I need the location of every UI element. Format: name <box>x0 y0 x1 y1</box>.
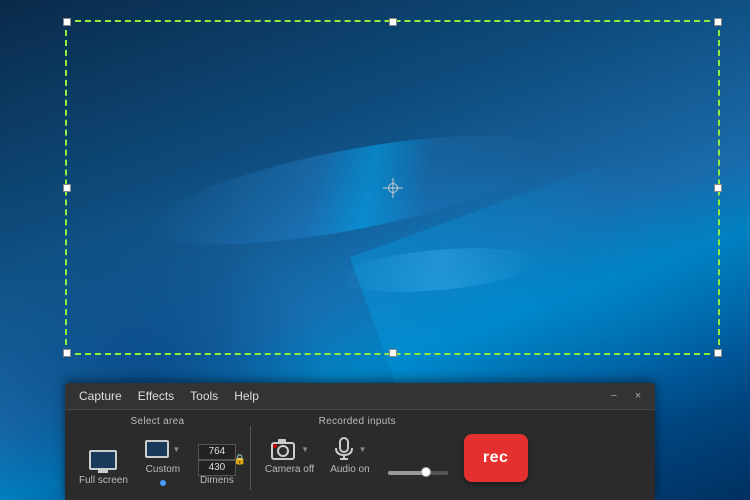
menu-help[interactable]: Help <box>228 387 265 405</box>
audio-icon-wrap: ▼ <box>334 437 366 461</box>
select-area-label: Select area <box>131 416 185 427</box>
camera-button[interactable]: ▼ Camera off <box>259 433 320 479</box>
menu-bar: Capture Effects Tools Help − × <box>65 383 655 410</box>
audio-button[interactable]: ▼ Audio on <box>324 433 375 479</box>
handle-middle-left[interactable] <box>63 184 71 192</box>
camera-icon-row: ▼ <box>270 438 309 460</box>
menu-tools[interactable]: Tools <box>184 387 224 405</box>
handle-top-center[interactable] <box>389 18 397 26</box>
camera-svg-icon <box>270 438 298 460</box>
custom-dropdown-arrow: ▼ <box>172 445 180 454</box>
menu-items: Capture Effects Tools Help <box>73 387 605 405</box>
dimensions-icon-wrap: 764 430 🔒 <box>201 448 233 472</box>
volume-slider-wrap <box>380 449 456 479</box>
mic-svg-icon <box>333 437 355 461</box>
full-screen-icon-wrap <box>87 448 119 472</box>
custom-label: Custom <box>146 464 180 475</box>
menu-controls: − × <box>605 387 647 405</box>
handle-top-right[interactable] <box>714 18 722 26</box>
dim-height[interactable]: 430 <box>198 460 236 476</box>
audio-icon-row: ▼ <box>333 437 366 461</box>
audio-dropdown-arrow: ▼ <box>358 445 366 454</box>
toolbar-panel: Capture Effects Tools Help − × Select ar… <box>65 383 655 500</box>
monitor-icon <box>89 450 117 470</box>
rec-label: rec <box>483 449 509 467</box>
selection-area[interactable] <box>65 20 720 355</box>
lock-icon: 🔒 <box>233 455 245 466</box>
record-button[interactable]: rec <box>464 434 528 482</box>
dimens-label: Dimens <box>200 475 234 486</box>
handle-bottom-right[interactable] <box>714 349 722 357</box>
camera-icon-container <box>270 438 298 460</box>
volume-slider[interactable] <box>388 471 448 475</box>
recorded-inputs-buttons: ▼ Camera off <box>259 433 456 479</box>
custom-icon-wrap: ▼ <box>147 437 179 461</box>
custom-active-dot <box>160 480 166 486</box>
full-screen-button[interactable]: Full screen <box>73 444 134 490</box>
audio-label: Audio on <box>330 464 369 475</box>
camera-label: Camera off <box>265 464 314 475</box>
menu-effects[interactable]: Effects <box>132 387 180 405</box>
select-area-section: Select area Full screen ▼ <box>73 416 242 490</box>
section-divider <box>250 426 251 490</box>
volume-thumb[interactable] <box>421 467 431 477</box>
handle-top-left[interactable] <box>63 18 71 26</box>
camera-icon-wrap: ▼ <box>274 437 306 461</box>
custom-monitor-icon <box>145 440 169 458</box>
menu-capture[interactable]: Capture <box>73 387 128 405</box>
custom-button[interactable]: ▼ Custom <box>138 433 188 490</box>
camera-dropdown-arrow: ▼ <box>301 445 309 454</box>
minimize-button[interactable]: − <box>605 387 623 405</box>
crosshair <box>383 178 403 198</box>
handle-bottom-left[interactable] <box>63 349 71 357</box>
recorded-inputs-section: Recorded inputs <box>259 416 456 490</box>
select-area-buttons: Full screen ▼ Custom <box>73 433 242 490</box>
full-screen-label: Full screen <box>79 475 128 486</box>
custom-icon-row: ▼ <box>145 440 180 458</box>
dim-width[interactable]: 764 <box>198 444 236 460</box>
dimensions-button[interactable]: 764 430 🔒 Dimens <box>192 444 242 490</box>
recorded-inputs-label: Recorded inputs <box>319 416 396 427</box>
toolbar-content: Select area Full screen ▼ <box>65 410 655 500</box>
handle-bottom-center[interactable] <box>389 349 397 357</box>
dimensions-input: 764 430 🔒 <box>198 444 236 476</box>
crosshair-circle <box>388 183 398 193</box>
close-button[interactable]: × <box>629 387 647 405</box>
handle-middle-right[interactable] <box>714 184 722 192</box>
